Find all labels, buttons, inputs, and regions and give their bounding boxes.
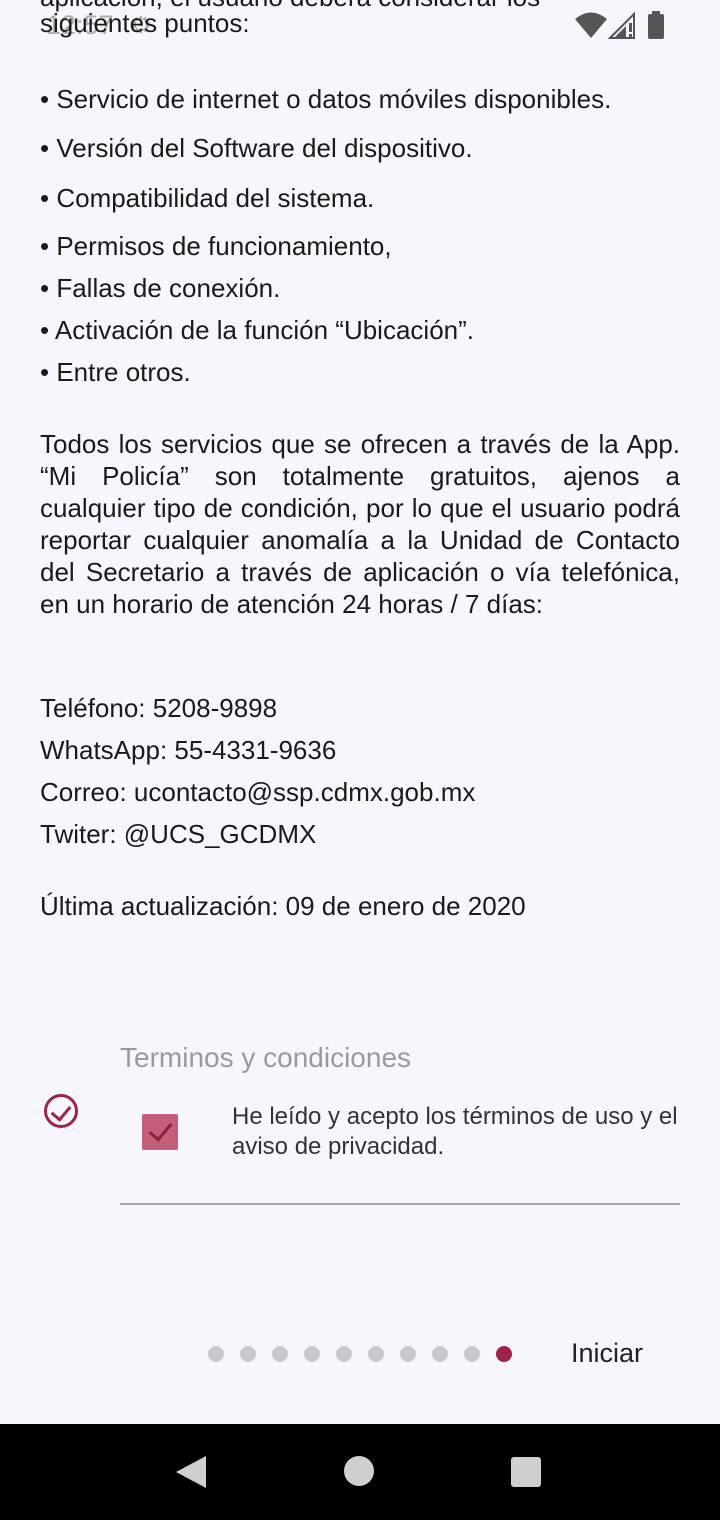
system-nav-bar — [0, 1424, 720, 1520]
accept-terms-checkbox[interactable] — [142, 1114, 178, 1150]
page-dot[interactable] — [464, 1346, 480, 1362]
back-icon[interactable] — [176, 1456, 206, 1488]
page-dot[interactable] — [272, 1346, 288, 1362]
page-dot[interactable] — [400, 1346, 416, 1362]
page-dot[interactable] — [336, 1346, 352, 1362]
bullet-item: • Compatibilidad del sistema. — [40, 183, 375, 213]
home-icon[interactable] — [344, 1456, 374, 1486]
page-dot[interactable] — [240, 1346, 256, 1362]
text-line: siguientes puntos: — [40, 8, 250, 38]
contact-email: Correo: ucontacto@ssp.cdmx.gob.mx — [40, 777, 476, 807]
terms-title: Terminos y condiciones — [120, 1042, 412, 1073]
battery-icon — [648, 11, 664, 39]
bullet-item: • Fallas de conexión. — [40, 273, 281, 303]
bullet-item: • Permisos de funcionamiento, — [40, 231, 392, 261]
page-dot[interactable] — [208, 1346, 224, 1362]
bullet-item: • Activación de la función “Ubicación”. — [40, 315, 474, 345]
last-update: Última actualización: 09 de enero de 202… — [40, 891, 526, 921]
page-dot[interactable] — [368, 1346, 384, 1362]
divider — [120, 1203, 680, 1205]
contact-phone: Teléfono: 5208-9898 — [40, 693, 278, 723]
page-indicator — [208, 1346, 512, 1362]
start-button[interactable]: Iniciar — [571, 1338, 643, 1369]
services-paragraph: Todos los servicios que se ofrecen a tra… — [40, 429, 680, 619]
bullet-item: • Entre otros. — [40, 357, 191, 387]
page-dot[interactable] — [304, 1346, 320, 1362]
page-dot-active[interactable] — [496, 1346, 512, 1362]
contact-whatsapp: WhatsApp: 55-4331-9636 — [40, 735, 337, 765]
contact-twitter: Twiter: @UCS_GCDMX — [40, 819, 317, 849]
accept-terms-label[interactable]: He leído y acepto los términos de uso y … — [232, 1102, 682, 1162]
bullet-item: • Versión del Software del dispositivo. — [40, 133, 473, 163]
recent-apps-icon[interactable] — [511, 1457, 541, 1487]
check-circle-icon — [44, 1094, 78, 1128]
bullet-item: • Servicio de internet o datos móviles d… — [40, 84, 612, 114]
signal-icon — [608, 12, 635, 39]
page-dot[interactable] — [432, 1346, 448, 1362]
wifi-icon — [575, 12, 607, 38]
